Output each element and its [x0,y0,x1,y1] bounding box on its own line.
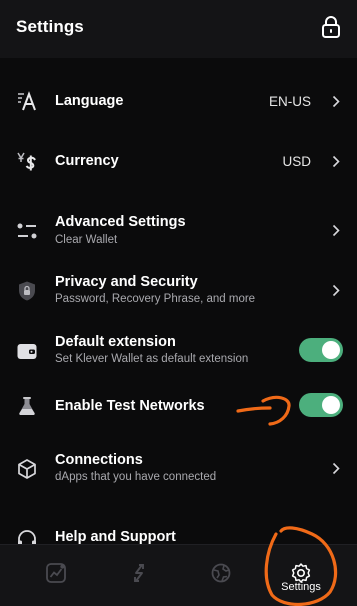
chevron-right-icon [332,95,340,108]
chevron-right-icon [332,462,340,475]
nav-settings-label: Settings [281,581,321,593]
default-extension-label: Default extension [55,334,176,350]
toggle-knob [322,341,340,359]
settings-item-connections[interactable]: Connections dApps that you have connecte… [0,438,357,498]
default-extension-toggle[interactable] [299,338,343,362]
settings-item-privacy-security[interactable]: Privacy and Security Password, Recovery … [0,260,357,320]
globe-icon [211,563,231,583]
currency-value: USD [282,154,311,169]
cube-icon [18,459,36,479]
nav-swap[interactable] [109,545,169,606]
connections-subtitle: dApps that you have connected [55,471,217,483]
connections-label: Connections [55,452,143,468]
settings-item-default-extension: Default extension Set Klever Wallet as d… [0,320,357,380]
chevron-right-icon [332,284,340,297]
swap-icon [134,564,144,582]
currency-label: Currency [55,153,119,169]
flask-icon [19,397,35,415]
chart-icon [46,563,66,583]
nav-explore[interactable] [191,545,251,606]
currency-icon [17,152,36,171]
test-networks-toggle[interactable] [299,393,343,417]
default-extension-subtitle: Set Klever Wallet as default extension [55,353,249,365]
settings-screen: Settings Language EN-US Currency USD Adv… [0,0,357,606]
sliders-icon [17,223,37,239]
header: Settings [0,0,357,58]
help-support-label: Help and Support [55,529,176,545]
advanced-settings-label: Advanced Settings [55,214,186,230]
settings-item-language[interactable]: Language EN-US [0,71,357,131]
privacy-security-label: Privacy and Security [55,274,198,290]
test-networks-label: Enable Test Networks [55,398,205,414]
chevron-right-icon [332,155,340,168]
nav-portfolio[interactable] [26,545,86,606]
chevron-right-icon [332,224,340,237]
page-title: Settings [16,17,84,36]
lock-button[interactable] [320,15,342,39]
advanced-settings-subtitle: Clear Wallet [55,234,118,246]
language-icon [18,91,36,111]
language-label: Language [55,93,124,109]
settings-item-advanced[interactable]: Advanced Settings Clear Wallet [0,200,357,260]
shield-icon [19,281,35,301]
privacy-security-subtitle: Password, Recovery Phrase, and more [55,293,256,305]
language-value: EN-US [268,94,311,109]
wallet-icon [17,344,37,359]
toggle-knob [322,396,340,414]
nav-settings[interactable]: Settings [271,545,331,606]
settings-item-test-networks: Enable Test Networks [0,376,357,436]
bottom-nav: Settings [0,544,357,606]
settings-item-currency[interactable]: Currency USD [0,131,357,191]
lock-icon[interactable] [320,15,342,39]
